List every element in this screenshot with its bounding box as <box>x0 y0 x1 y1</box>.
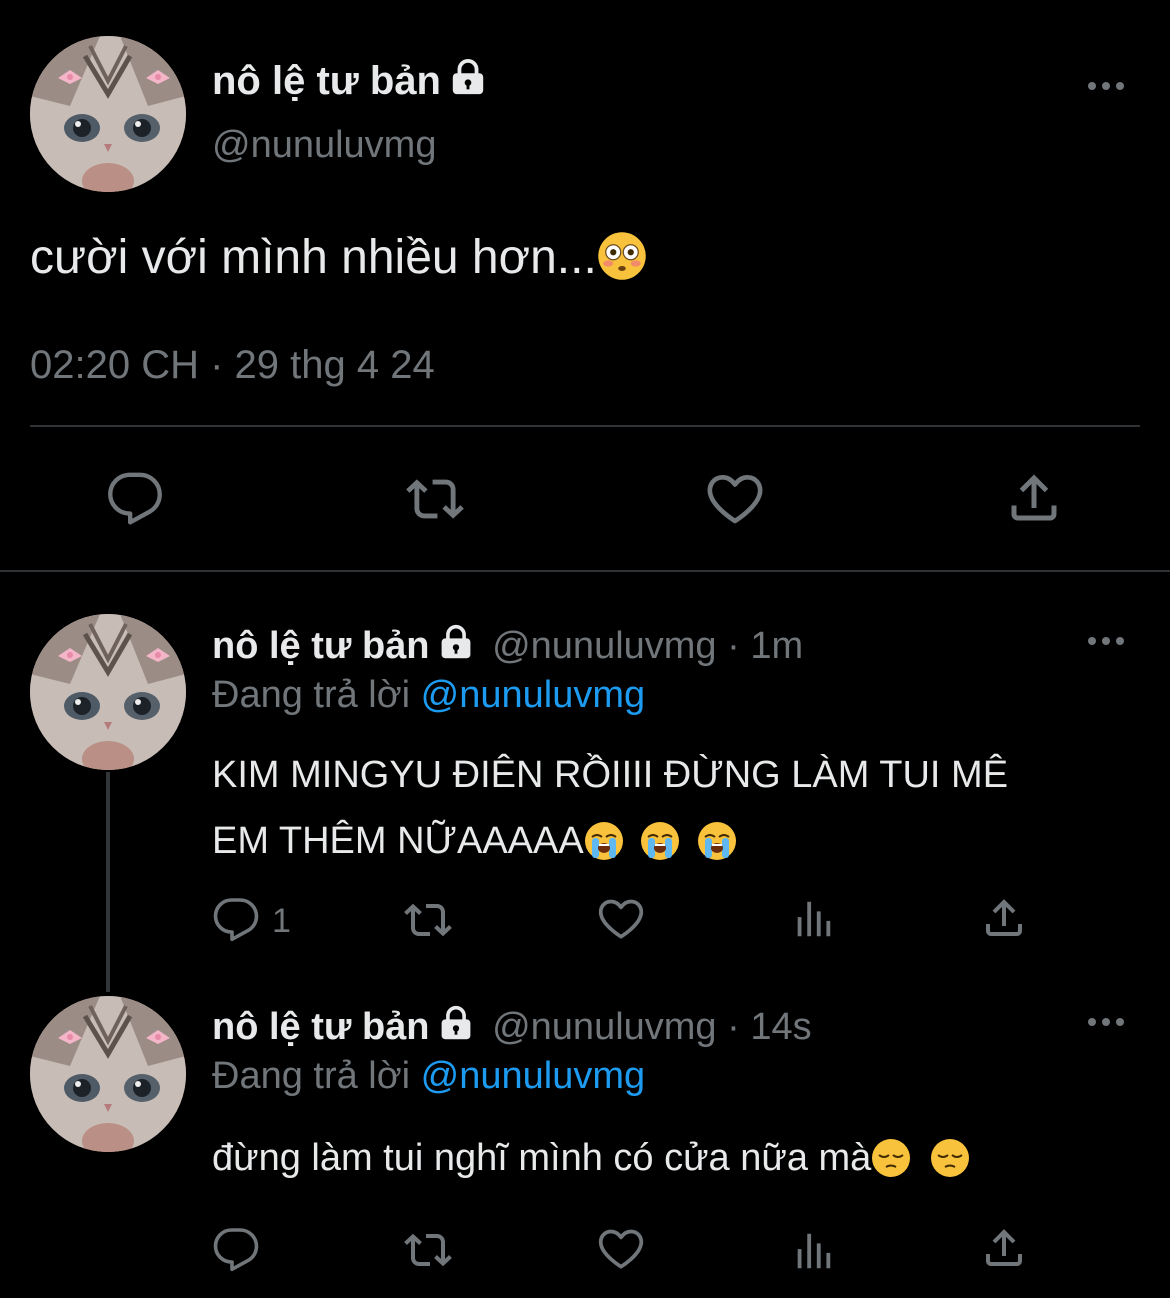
thread-line <box>106 772 110 992</box>
reply-count: 1 <box>272 902 291 940</box>
pensive-emoji <box>871 1138 911 1188</box>
more-icon[interactable] <box>1088 80 1128 92</box>
reply-icon[interactable] <box>106 470 164 528</box>
share-icon[interactable] <box>1004 468 1064 528</box>
retweet-icon[interactable] <box>400 1226 456 1274</box>
reply-header: nô lệ tư bản @nunuluvmg · 1m <box>212 624 803 670</box>
more-icon[interactable] <box>1088 1016 1128 1028</box>
flushed-emoji <box>597 231 647 293</box>
avatar[interactable] <box>30 996 186 1152</box>
tweet-text: đừng làm tui nghĩ mình có cửa nữa mà <box>212 1137 970 1188</box>
like-icon[interactable] <box>704 468 766 530</box>
mention-link[interactable]: @nunuluvmg <box>421 1055 645 1097</box>
time[interactable]: · 14s <box>727 1006 811 1048</box>
display-name[interactable]: nô lệ tư bản <box>212 625 430 667</box>
analytics-icon[interactable] <box>790 1228 836 1274</box>
pensive-emoji <box>930 1138 970 1188</box>
like-icon[interactable] <box>596 1224 646 1274</box>
lock-icon <box>449 58 487 106</box>
mention-link[interactable]: @nunuluvmg <box>421 674 645 716</box>
timestamp[interactable]: 02:20 CH · 29 thg 4 24 <box>30 343 435 388</box>
display-name[interactable]: nô lệ tư bản <box>212 58 487 106</box>
lock-icon <box>438 1005 474 1051</box>
handle[interactable]: @nunuluvmg <box>492 625 716 667</box>
analytics-icon[interactable] <box>790 896 836 942</box>
share-icon[interactable] <box>980 894 1028 942</box>
crying-emoji <box>584 816 624 882</box>
crying-emoji <box>640 816 680 882</box>
divider <box>30 425 1140 427</box>
divider <box>0 570 1170 572</box>
tweet-text: KIM MINGYU ĐIÊN RỒIIII ĐỪNG LÀM TUI MÊ E… <box>212 742 1008 882</box>
reply-icon[interactable] <box>212 1226 260 1274</box>
replying-to: Đang trả lời @nunuluvmg <box>212 1055 646 1097</box>
reply-icon[interactable] <box>212 896 260 944</box>
time[interactable]: · 1m <box>727 625 803 667</box>
like-icon[interactable] <box>596 894 646 944</box>
more-icon[interactable] <box>1088 635 1128 647</box>
share-icon[interactable] <box>980 1224 1028 1272</box>
avatar[interactable] <box>30 614 186 770</box>
tweet-text: cười với mình nhiều hơn... <box>30 230 647 293</box>
reply-header: nô lệ tư bản @nunuluvmg · 14s <box>212 1005 812 1051</box>
retweet-icon[interactable] <box>400 896 456 944</box>
avatar[interactable] <box>30 36 186 192</box>
retweet-icon[interactable] <box>402 470 468 528</box>
lock-icon <box>438 624 474 670</box>
handle[interactable]: @nunuluvmg <box>212 124 436 167</box>
display-name[interactable]: nô lệ tư bản <box>212 1006 430 1048</box>
handle[interactable]: @nunuluvmg <box>492 1006 716 1048</box>
replying-to: Đang trả lời @nunuluvmg <box>212 674 646 716</box>
crying-emoji <box>697 816 737 882</box>
